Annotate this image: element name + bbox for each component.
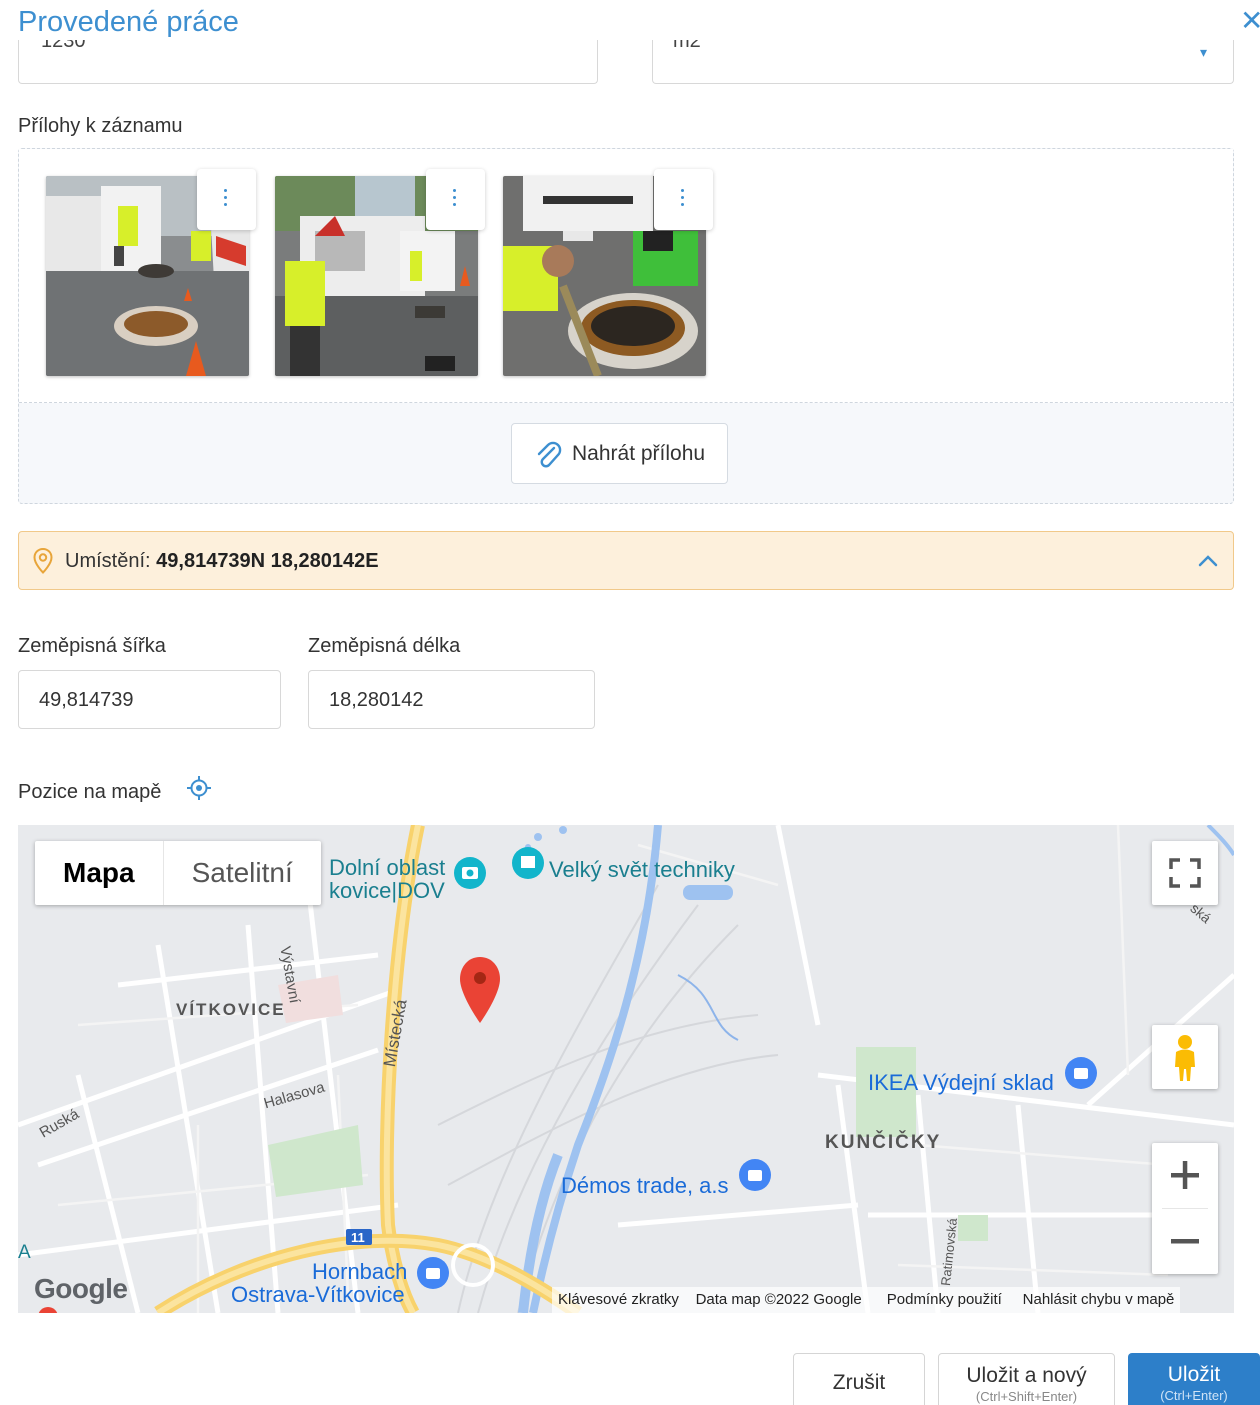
close-icon[interactable]: ✕: [1240, 6, 1260, 36]
longitude-input[interactable]: 18,280142: [308, 670, 595, 729]
save-and-new-shortcut: (Ctrl+Shift+Enter): [975, 1389, 1078, 1404]
attachment-menu-button[interactable]: [197, 169, 256, 230]
chevron-up-icon[interactable]: [1197, 550, 1219, 572]
keyboard-shortcuts-link[interactable]: Klávesové zkratky: [558, 1291, 679, 1308]
chevron-down-icon: ▾: [1199, 44, 1207, 60]
zoom-in-button[interactable]: [1152, 1143, 1218, 1208]
more-vertical-icon: [681, 189, 685, 210]
location-coords: 49,814739N 18,280142E: [156, 550, 379, 572]
pegman-icon: [1175, 1035, 1195, 1081]
map-type-control: Mapa Satelitní: [35, 841, 321, 905]
minus-icon: [1171, 1239, 1199, 1244]
zoom-out-button[interactable]: [1152, 1209, 1218, 1274]
poi-label[interactable]: Ostrava-Vítkovice: [231, 1282, 405, 1308]
more-vertical-icon: [224, 189, 228, 210]
google-logo[interactable]: Google: [34, 1273, 128, 1305]
location-label: Umístění:: [65, 550, 151, 572]
locate-target-icon[interactable]: [186, 775, 212, 801]
location-panel-header[interactable]: Umístění: 49,814739N 18,280142E: [18, 531, 1234, 590]
attachments-label: Přílohy k záznamu: [18, 115, 183, 137]
attachments-gallery: [19, 149, 1233, 403]
quantity-input[interactable]: 1230: [18, 40, 598, 84]
cancel-label: Zrušit: [832, 1371, 886, 1394]
road-number-label: 11: [351, 1230, 365, 1245]
fullscreen-icon: [1169, 858, 1201, 888]
poi-label[interactable]: kovice|DOV: [329, 878, 445, 904]
latitude-value: 49,814739: [39, 689, 134, 711]
map-view[interactable]: Mapa Satelitní Dolní oblast kovice|DOV V…: [18, 825, 1234, 1313]
attachments-dropzone[interactable]: Nahrát přílohu: [18, 148, 1234, 504]
district-label: KUNČIČKY: [825, 1132, 942, 1153]
unit-value: m2: [673, 40, 701, 52]
save-and-new-label: Uložit a nový: [966, 1364, 1087, 1387]
map-footer: Klávesové zkratky Data map ©2022 Google …: [552, 1287, 1181, 1313]
plus-icon: [1171, 1161, 1199, 1189]
quantity-value: 1230: [41, 40, 86, 52]
save-shortcut: (Ctrl+Enter): [1160, 1388, 1228, 1403]
save-button[interactable]: Uložit (Ctrl+Enter): [1128, 1353, 1260, 1405]
unit-select[interactable]: m2 ▾: [652, 40, 1234, 84]
longitude-label: Zeměpisná délka: [308, 635, 461, 657]
attachment-menu-button[interactable]: [426, 169, 485, 230]
poi-label[interactable]: IKEA Výdejní sklad: [868, 1070, 1054, 1096]
report-error-link[interactable]: Nahlásit chybu v mapě: [1023, 1291, 1175, 1308]
map-fullscreen-button[interactable]: [1152, 841, 1218, 905]
map-zoom-control: [1152, 1143, 1218, 1274]
paperclip-icon: [537, 441, 562, 468]
map-type-map-button[interactable]: Mapa: [35, 841, 163, 905]
terms-link[interactable]: Podmínky použití: [887, 1291, 1002, 1308]
map-label: Pozice na mapě: [18, 781, 162, 803]
latitude-label: Zeměpisná šířka: [18, 635, 166, 657]
location-pin-icon: [33, 548, 53, 574]
page-title: Provedené práce: [18, 6, 239, 38]
more-vertical-icon: [453, 189, 457, 210]
map-type-satellite-button[interactable]: Satelitní: [162, 841, 321, 905]
cancel-button[interactable]: Zrušit: [793, 1353, 925, 1405]
attachment-menu-button[interactable]: [654, 169, 713, 230]
upload-attachment-label: Nahrát přílohu: [572, 442, 706, 465]
longitude-value: 18,280142: [329, 689, 424, 711]
latitude-input[interactable]: 49,814739: [18, 670, 281, 729]
upload-attachment-button[interactable]: Nahrát přílohu: [511, 423, 728, 484]
location-summary: Umístění: 49,814739N 18,280142E: [65, 550, 379, 573]
save-label: Uložit: [1167, 1363, 1221, 1386]
poi-label[interactable]: Démos trade, a.s: [561, 1173, 729, 1199]
save-and-new-button[interactable]: Uložit a nový (Ctrl+Shift+Enter): [938, 1353, 1115, 1405]
street-view-pegman-button[interactable]: [1152, 1025, 1218, 1089]
poi-label: A: [18, 1242, 31, 1263]
poi-label[interactable]: Velký svět techniky: [549, 857, 735, 883]
map-data-attribution: Data map ©2022 Google: [695, 1291, 862, 1308]
district-label: VÍTKOVICE: [176, 1000, 286, 1019]
